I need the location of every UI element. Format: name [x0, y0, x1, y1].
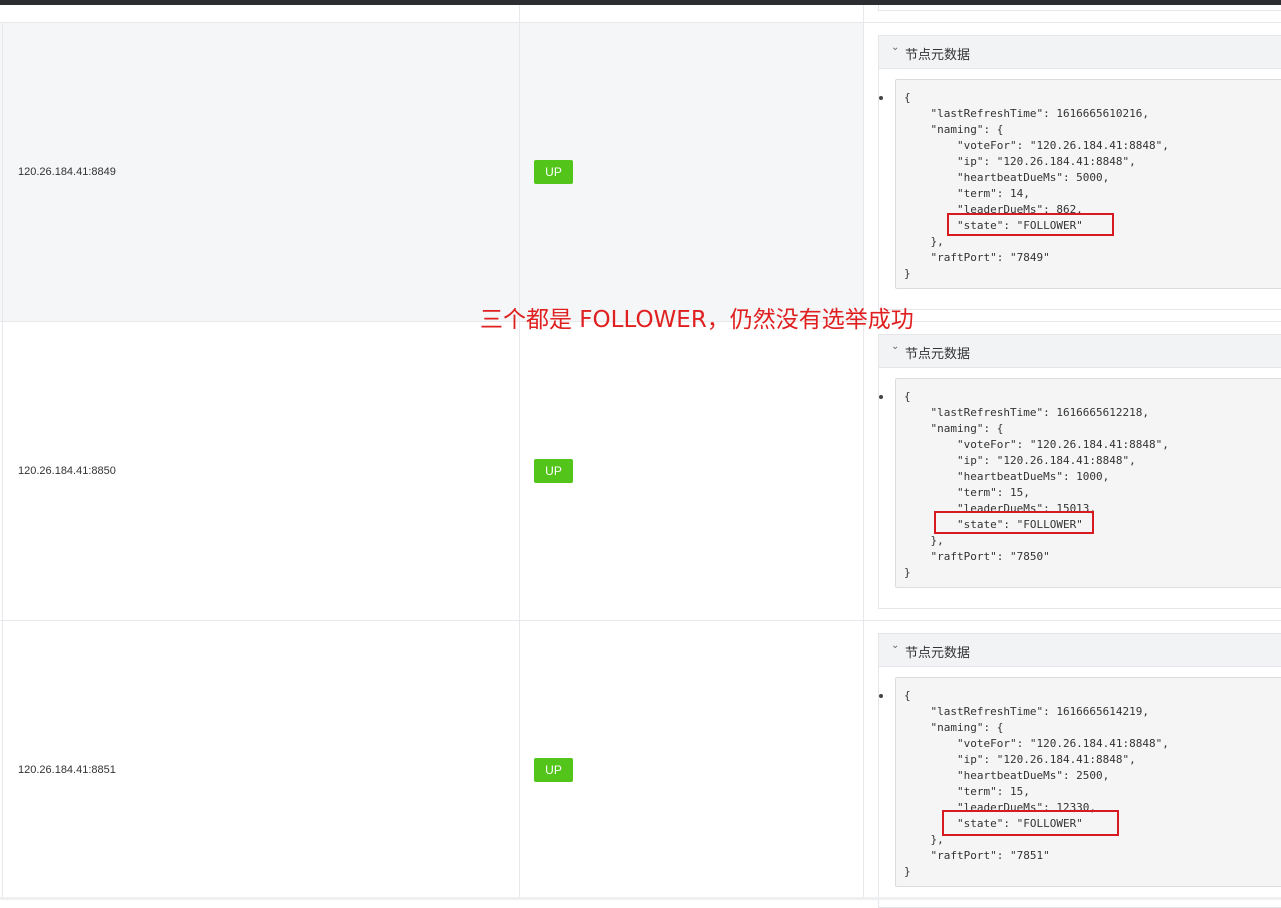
node-address: 120.26.184.41:8851 [18, 764, 116, 776]
code-line: } [904, 865, 911, 878]
status-cell: UP [520, 23, 864, 322]
code-line: "voteFor": "120.26.184.41:8848", [904, 438, 1169, 451]
address-cell: 120.26.184.41:8851 [2, 621, 520, 897]
chevron-down-icon[interactable]: ⌄ [891, 42, 899, 53]
highlight-box [942, 810, 1119, 836]
metadata-panel: ⌄ 节点元数据 { "lastRefreshTime": 16166656122… [878, 334, 1281, 609]
code-line: "raftPort": "7851" [904, 849, 1050, 862]
table-row: 120.26.184.41:8849 UP ⌄ 节点元数据 { "lastRef… [0, 22, 1281, 322]
column-divider [519, 5, 520, 22]
node-address: 120.26.184.41:8849 [18, 166, 116, 178]
metadata-cell: ⌄ 节点元数据 { "lastRefreshTime": 16166656122… [864, 322, 1281, 621]
code-line: "lastRefreshTime": 1616665614219, [904, 705, 1150, 718]
node-address: 120.26.184.41:8850 [18, 465, 116, 477]
json-code-block: { "lastRefreshTime": 1616665610216, "nam… [895, 79, 1281, 289]
json-code-block: { "lastRefreshTime": 1616665612218, "nam… [895, 378, 1281, 588]
status-badge: UP [534, 160, 573, 184]
code-line: { [904, 91, 911, 104]
code-line: "raftPort": "7849" [904, 251, 1050, 264]
code-line: }, [904, 534, 944, 547]
metadata-panel-header[interactable]: ⌄ 节点元数据 [879, 634, 1281, 667]
code-line: "ip": "120.26.184.41:8848", [904, 155, 1136, 168]
address-cell: 120.26.184.41:8850 [2, 322, 520, 621]
table-row: 120.26.184.41:8851 UP ⌄ 节点元数据 { "lastRef… [0, 620, 1281, 908]
window-top-bar [0, 0, 1281, 5]
metadata-panel-header[interactable]: ⌄ 节点元数据 [879, 36, 1281, 69]
code-line: "heartbeatDueMs": 2500, [904, 769, 1110, 782]
highlight-box [947, 213, 1114, 236]
code-line: "lastRefreshTime": 1616665612218, [904, 406, 1150, 419]
code-line: }, [904, 235, 944, 248]
status-cell: UP [520, 621, 864, 897]
code-line: { [904, 689, 911, 702]
metadata-panel: ⌄ 节点元数据 { "lastRefreshTime": 16166656142… [878, 633, 1281, 908]
annotation-text: 三个都是 FOLLOWER，仍然没有选举成功 [480, 307, 914, 333]
code-line: "voteFor": "120.26.184.41:8848", [904, 737, 1169, 750]
metadata-panel-title: 节点元数据 [905, 346, 971, 361]
code-line: "lastRefreshTime": 1616665610216, [904, 107, 1150, 120]
code-line: "naming": { [904, 422, 1004, 435]
column-divider [863, 5, 864, 22]
code-line: } [904, 267, 911, 280]
code-line: "naming": { [904, 123, 1004, 136]
code-line: "naming": { [904, 721, 1004, 734]
code-line: "ip": "120.26.184.41:8848", [904, 454, 1136, 467]
code-line: "raftPort": "7850" [904, 550, 1050, 563]
metadata-panel-header[interactable]: ⌄ 节点元数据 [879, 335, 1281, 368]
status-cell: UP [520, 322, 864, 621]
status-badge: UP [534, 758, 573, 782]
panel-edge [878, 10, 1281, 11]
code-line: "term": 15, [904, 785, 1030, 798]
code-line: "heartbeatDueMs": 1000, [904, 470, 1110, 483]
metadata-panel-title: 节点元数据 [905, 645, 971, 660]
code-line: "ip": "120.26.184.41:8848", [904, 753, 1136, 766]
code-line: "term": 14, [904, 187, 1030, 200]
metadata-cell: ⌄ 节点元数据 { "lastRefreshTime": 16166656142… [864, 621, 1281, 908]
json-code-block: { "lastRefreshTime": 1616665614219, "nam… [895, 677, 1281, 887]
chevron-down-icon[interactable]: ⌄ [891, 640, 899, 651]
code-line: } [904, 566, 911, 579]
status-badge: UP [534, 459, 573, 483]
list-bullet [879, 395, 883, 399]
code-line: { [904, 390, 911, 403]
metadata-cell: ⌄ 节点元数据 { "lastRefreshTime": 16166656102… [864, 23, 1281, 322]
address-cell: 120.26.184.41:8849 [2, 23, 520, 322]
chevron-down-icon[interactable]: ⌄ [891, 341, 899, 352]
code-line: "heartbeatDueMs": 5000, [904, 171, 1110, 184]
highlight-box [934, 511, 1094, 534]
metadata-panel-title: 节点元数据 [905, 47, 971, 62]
code-line: }, [904, 833, 944, 846]
metadata-panel: ⌄ 节点元数据 { "lastRefreshTime": 16166656102… [878, 35, 1281, 310]
list-bullet [879, 694, 883, 698]
list-bullet [879, 96, 883, 100]
table-row: 120.26.184.41:8850 UP ⌄ 节点元数据 { "lastRef… [0, 321, 1281, 621]
code-line: "voteFor": "120.26.184.41:8848", [904, 139, 1169, 152]
code-line: "term": 15, [904, 486, 1030, 499]
